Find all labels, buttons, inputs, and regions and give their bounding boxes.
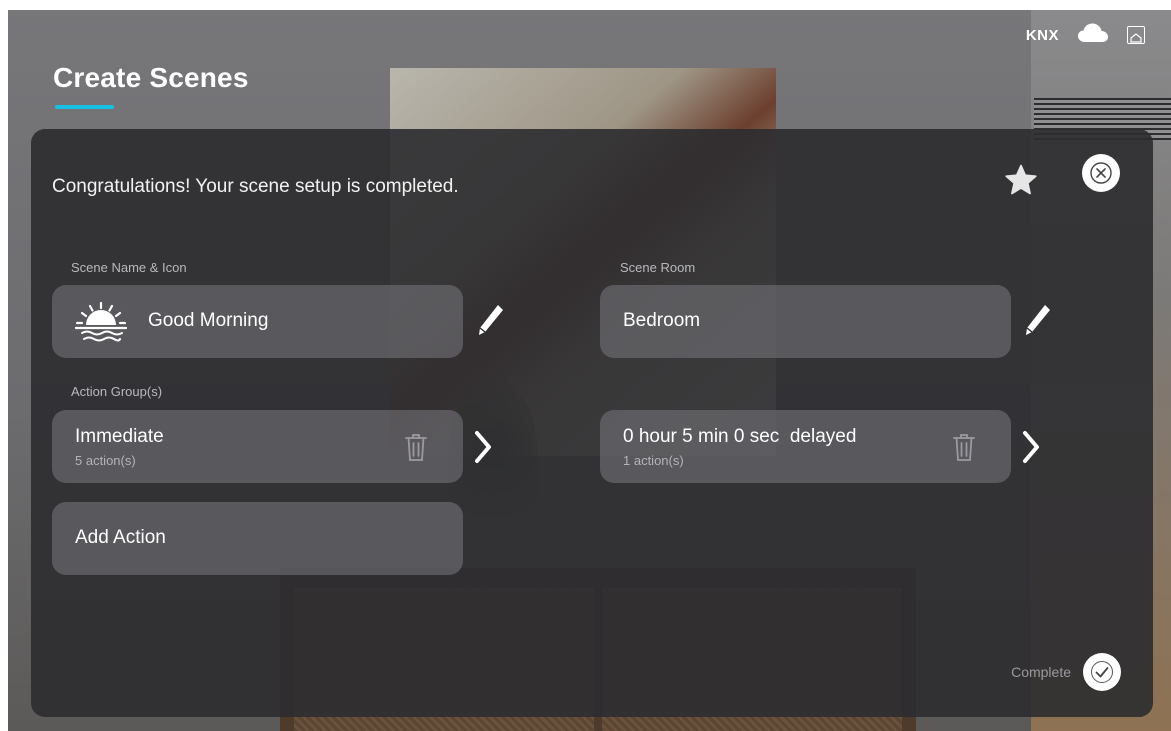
delete-action-group-button[interactable]: [402, 430, 430, 464]
star-icon: [1005, 164, 1037, 195]
check-icon: [1083, 653, 1121, 691]
action-group-card-delayed[interactable]: 0 hour 5 min 0 sec delayed 1 action(s): [600, 410, 1011, 483]
scene-name-value: Good Morning: [148, 310, 269, 331]
open-action-group-button[interactable]: [468, 427, 498, 467]
add-action-button[interactable]: Add Action: [52, 502, 463, 575]
scene-room-card[interactable]: Bedroom: [600, 285, 1011, 358]
scene-name-label: Scene Name & Icon: [71, 260, 187, 275]
pencil-icon: [1026, 305, 1050, 335]
chevron-right-icon: [475, 431, 491, 463]
title-underline: [55, 105, 114, 109]
add-action-label: Add Action: [75, 527, 166, 548]
trash-icon: [953, 434, 975, 461]
trash-icon: [405, 434, 427, 461]
page-title: Create Scenes: [53, 62, 249, 93]
edit-scene-room-button[interactable]: [1018, 300, 1058, 340]
close-button[interactable]: [1082, 154, 1120, 192]
status-bar: KNX: [1026, 20, 1145, 50]
scene-summary-panel: Congratulations! Your scene setup is com…: [31, 129, 1153, 717]
action-group-count: 5 action(s): [75, 453, 136, 468]
sunrise-icon: [72, 301, 130, 348]
home-box-icon[interactable]: [1127, 26, 1145, 44]
action-group-title: 0 hour 5 min 0 sec delayed: [623, 426, 857, 447]
favorite-button[interactable]: [1001, 160, 1041, 200]
action-group-count: 1 action(s): [623, 453, 684, 468]
scene-name-card[interactable]: Good Morning: [52, 285, 463, 358]
edit-scene-name-button[interactable]: [471, 300, 511, 340]
action-group-title: Immediate: [75, 426, 164, 447]
cloud-icon: [1077, 22, 1109, 49]
open-action-group-button[interactable]: [1016, 427, 1046, 467]
scene-room-label: Scene Room: [620, 260, 696, 275]
scene-room-value: Bedroom: [623, 310, 701, 331]
chevron-right-icon: [1023, 431, 1039, 463]
pencil-icon: [479, 305, 503, 335]
close-icon: [1090, 162, 1112, 184]
complete-label: Complete: [1011, 664, 1071, 680]
completion-message: Congratulations! Your scene setup is com…: [52, 176, 459, 197]
delete-action-group-button[interactable]: [950, 430, 978, 464]
action-group-card-immediate[interactable]: Immediate 5 action(s): [52, 410, 463, 483]
action-groups-label: Action Group(s): [71, 384, 163, 399]
knx-label: KNX: [1025, 26, 1059, 44]
complete-button[interactable]: Complete: [1011, 653, 1121, 691]
